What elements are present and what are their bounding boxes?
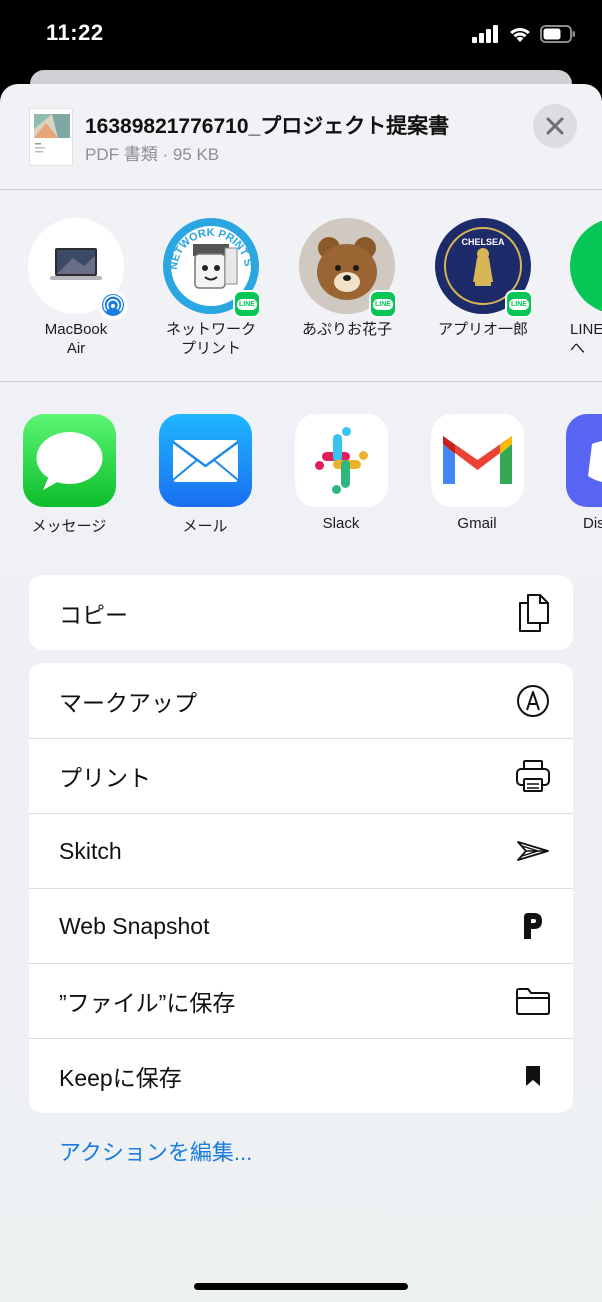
close-icon bbox=[546, 117, 564, 135]
status-bar: 11:22 bbox=[0, 0, 602, 70]
action-label: Web Snapshot bbox=[59, 912, 210, 939]
app-messages[interactable]: メッセージ bbox=[9, 414, 129, 536]
app-name: Slack bbox=[322, 515, 360, 532]
line-badge-label: LINE bbox=[509, 298, 529, 310]
app-name: Dis bbox=[583, 515, 602, 532]
action-skitch[interactable]: Skitch bbox=[29, 813, 573, 888]
screen: 11:22 16389821776710_プロジェクト提案書 PDF 書類 · … bbox=[0, 0, 602, 1302]
app-mail[interactable]: メール bbox=[145, 414, 265, 536]
gmail-icon bbox=[430, 414, 524, 507]
copy-icon bbox=[515, 593, 551, 632]
app-slack[interactable]: Slack bbox=[281, 414, 401, 532]
contacts-row: MacBook Air NETWORK PRINT SERVICE bbox=[0, 218, 602, 378]
folder-icon bbox=[515, 983, 551, 1019]
share-sheet: 16389821776710_プロジェクト提案書 PDF 書類 · 95 KB bbox=[0, 84, 602, 1302]
app-gmail[interactable]: Gmail bbox=[417, 414, 537, 532]
app-name: Gmail bbox=[457, 515, 497, 532]
contact-name: ネットワーク プリント bbox=[165, 321, 256, 357]
battery-icon bbox=[540, 25, 576, 48]
bookmark-icon bbox=[515, 1058, 551, 1094]
markup-icon bbox=[515, 683, 551, 719]
wifi-icon bbox=[508, 25, 532, 48]
action-web-snapshot[interactable]: Web Snapshot bbox=[29, 888, 573, 963]
share-sheet-header: 16389821776710_プロジェクト提案書 PDF 書類 · 95 KB bbox=[0, 84, 602, 189]
action-copy[interactable]: コピー bbox=[29, 575, 573, 650]
line-badge-label: LINE bbox=[373, 298, 393, 310]
action-label: Skitch bbox=[59, 837, 122, 864]
line-app-icon bbox=[570, 218, 602, 314]
contact-apurio-hanako[interactable]: LINE あぷりお花子 bbox=[282, 218, 412, 339]
contact-line[interactable]: LINE へ bbox=[553, 218, 602, 358]
avatar bbox=[28, 218, 128, 320]
skitch-icon bbox=[515, 833, 551, 869]
avatar: LINE bbox=[299, 218, 397, 318]
actions-group-main: マークアップ プリント Skitch Web Snapshot ”ファイル”に保… bbox=[29, 663, 573, 1113]
line-icon: LINE bbox=[505, 290, 533, 318]
contact-name: MacBook Air bbox=[44, 321, 108, 357]
web-snapshot-icon bbox=[515, 908, 551, 944]
app-name: メール bbox=[182, 518, 228, 535]
status-time: 11:22 bbox=[46, 20, 104, 45]
action-label: プリント bbox=[59, 765, 151, 791]
airdrop-icon bbox=[98, 290, 128, 320]
actions-group-copy: コピー bbox=[29, 575, 573, 650]
mail-icon bbox=[158, 414, 252, 507]
messages-icon bbox=[22, 414, 116, 507]
contact-apurio-ichiro[interactable]: CHELSEA LINE アプリオ一郎 bbox=[418, 218, 548, 339]
print-icon bbox=[515, 758, 551, 794]
action-print[interactable]: プリント bbox=[29, 738, 573, 813]
contact-name: アプリオ一郎 bbox=[437, 321, 528, 338]
chelsea-text: CHELSEA bbox=[461, 237, 505, 247]
contacts-divider bbox=[0, 381, 602, 382]
app-discord[interactable]: Dis bbox=[556, 414, 602, 532]
status-icons bbox=[472, 25, 576, 48]
avatar bbox=[570, 218, 602, 314]
action-label: Keepに保存 bbox=[59, 1065, 182, 1091]
app-name: メッセージ bbox=[31, 518, 107, 535]
home-indicator bbox=[194, 1283, 408, 1290]
action-label: コピー bbox=[59, 601, 128, 628]
apps-row: メッセージ メール Slack Gmail Dis bbox=[0, 414, 602, 544]
header-divider bbox=[0, 189, 602, 190]
close-button[interactable] bbox=[533, 104, 577, 148]
action-label: マークアップ bbox=[59, 689, 197, 716]
line-badge-label: LINE bbox=[237, 298, 257, 310]
action-label: ”ファイル”に保存 bbox=[59, 990, 236, 1016]
cellular-signal-icon bbox=[472, 25, 500, 48]
action-save-to-keep[interactable]: Keepに保存 bbox=[29, 1038, 573, 1113]
line-icon: LINE bbox=[369, 290, 397, 318]
edit-actions-link[interactable]: アクションを編集... bbox=[59, 1135, 252, 1167]
discord-icon bbox=[566, 414, 602, 507]
file-subtitle: PDF 書類 · 95 KB bbox=[85, 145, 220, 164]
slack-icon bbox=[294, 414, 388, 507]
action-markup[interactable]: マークアップ bbox=[29, 663, 573, 738]
file-title: 16389821776710_プロジェクト提案書 bbox=[85, 115, 450, 138]
avatar: NETWORK PRINT SERVICE LINE bbox=[163, 218, 261, 318]
avatar: CHELSEA LINE bbox=[435, 218, 533, 318]
action-save-to-files[interactable]: ”ファイル”に保存 bbox=[29, 963, 573, 1038]
file-thumbnail bbox=[29, 108, 73, 166]
contact-network-print[interactable]: NETWORK PRINT SERVICE LINE ネットワーク プリント bbox=[146, 218, 276, 358]
contact-name: LINE へ bbox=[570, 321, 602, 357]
contact-name: あぷりお花子 bbox=[301, 321, 392, 338]
contact-macbook-air[interactable]: MacBook Air bbox=[11, 218, 141, 358]
line-icon: LINE bbox=[233, 290, 261, 318]
